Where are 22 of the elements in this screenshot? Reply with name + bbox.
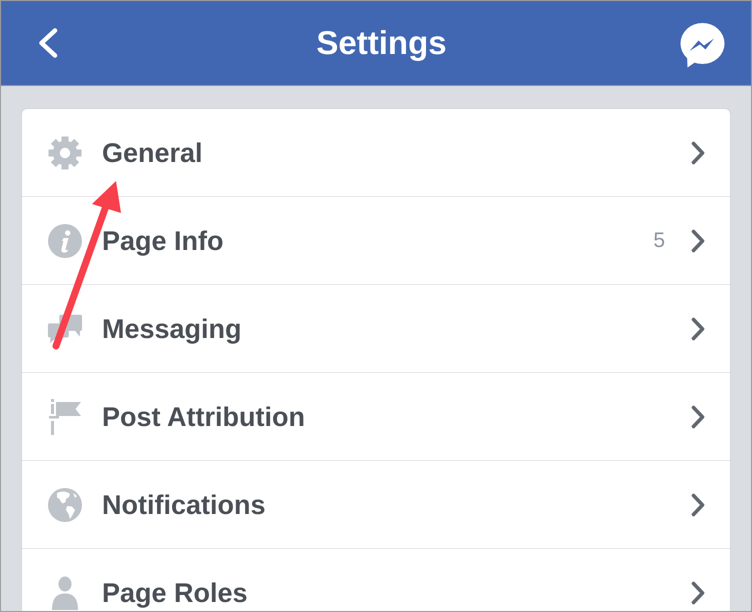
- chevron-right-icon: [691, 404, 705, 428]
- settings-row[interactable]: Post Attribution: [22, 373, 730, 461]
- chevron-right-icon: [691, 228, 705, 252]
- messenger-button[interactable]: [679, 22, 725, 68]
- flag-icon: [48, 398, 82, 434]
- back-button[interactable]: [38, 28, 58, 58]
- info-icon: [48, 224, 82, 258]
- chevron-right-icon: [691, 140, 705, 164]
- chat-bubble-icon: [679, 22, 725, 68]
- chevron-right-icon: [691, 492, 705, 516]
- chat-bubbles-icon: [47, 312, 83, 344]
- back-icon: [38, 28, 58, 58]
- chevron-right-icon: [691, 316, 705, 340]
- gear-icon: [48, 136, 82, 170]
- page-title: Settings: [316, 23, 447, 63]
- person-icon: [50, 576, 80, 610]
- globe-icon: [48, 488, 82, 522]
- settings-row[interactable]: Messaging: [22, 285, 730, 373]
- settings-row[interactable]: Page Roles: [22, 549, 730, 611]
- item-count: 5: [653, 228, 665, 252]
- chevron-right-icon: [691, 580, 705, 604]
- settings-row[interactable]: Notifications: [22, 461, 730, 549]
